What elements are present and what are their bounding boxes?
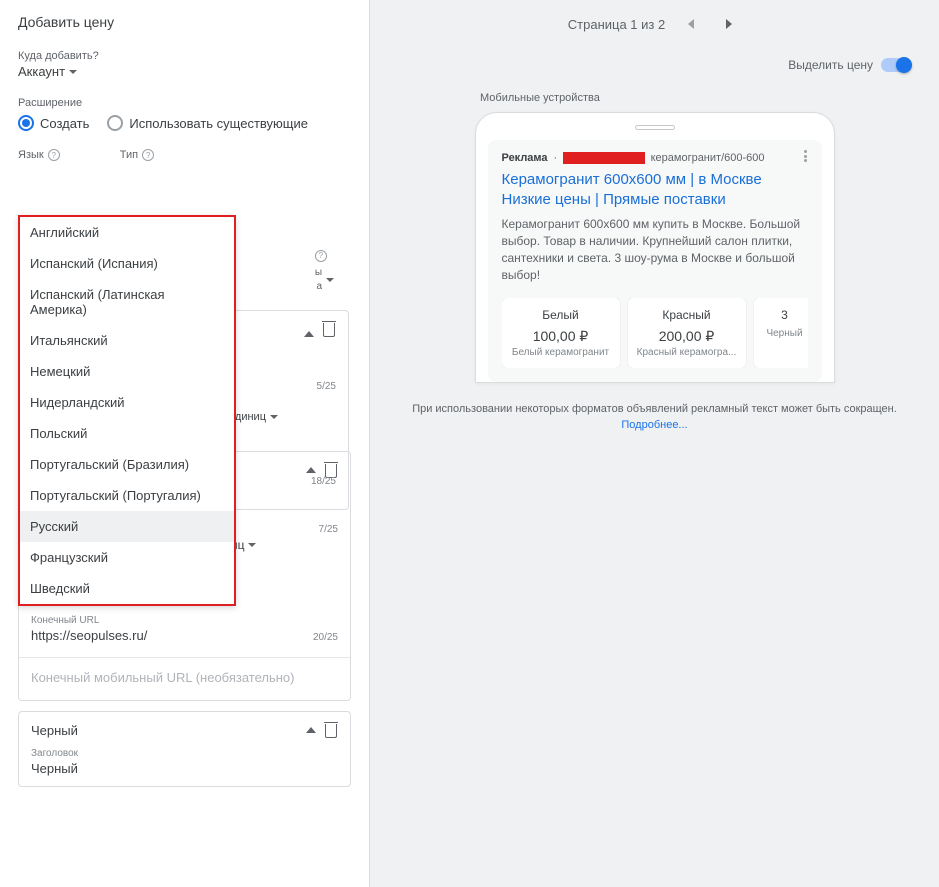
- final-url-label: Конечный URL: [31, 615, 338, 626]
- language-option[interactable]: Русский: [20, 511, 234, 542]
- language-option[interactable]: Французский: [20, 542, 234, 573]
- radio-icon: [18, 115, 34, 131]
- extension-label: Расширение: [18, 97, 351, 109]
- highlight-toggle[interactable]: [881, 58, 911, 72]
- language-option[interactable]: Шведский: [20, 573, 234, 604]
- language-option[interactable]: Итальянский: [20, 325, 234, 356]
- where-label: Куда добавить?: [18, 50, 351, 62]
- radio-icon: [107, 115, 123, 131]
- learn-more-link[interactable]: Подробнее...: [621, 419, 687, 431]
- help-icon[interactable]: ?: [48, 149, 60, 161]
- language-option[interactable]: Испанский (Испания): [20, 248, 234, 279]
- caret-down-icon: [248, 543, 256, 547]
- caret-down-icon: [326, 278, 334, 282]
- currency-select-stub: ? ы а: [315, 250, 334, 294]
- mobile-preview: Реклама · XXXXXXXXXXкерамогранит/600-600…: [475, 112, 835, 383]
- ad-description: Керамогранит 600х600 мм купить в Москве.…: [502, 216, 808, 284]
- chevron-left-icon: [688, 19, 694, 29]
- header-label: Заголовок: [31, 748, 338, 759]
- final-url-input[interactable]: https://seopulses.ru/: [31, 628, 338, 643]
- trash-icon[interactable]: [322, 321, 336, 337]
- chevron-up-icon[interactable]: [306, 727, 316, 733]
- chevron-right-icon: [726, 19, 732, 29]
- left-panel: Добавить цену Куда добавить? Аккаунт Рас…: [0, 0, 370, 887]
- language-dropdown[interactable]: АнглийскийИспанский (Испания)Испанский (…: [18, 215, 236, 606]
- radio-use-existing-label: Использовать существующие: [129, 116, 308, 131]
- disclaimer: При использовании некоторых форматов объ…: [380, 401, 929, 433]
- caret-down-icon: [270, 415, 278, 419]
- preview-device-label: Мобильные устройства: [480, 92, 939, 104]
- language-option[interactable]: Португальский (Бразилия): [20, 449, 234, 480]
- language-option[interactable]: Немецкий: [20, 356, 234, 387]
- radio-use-existing[interactable]: Использовать существующие: [107, 115, 308, 131]
- account-select[interactable]: Аккаунт: [18, 64, 77, 79]
- help-icon[interactable]: ?: [315, 250, 327, 262]
- right-panel: Страница 1 из 2 Выделить цену Мобильные …: [370, 0, 939, 887]
- price-extension-row: Белый 100,00 ₽ Белый керамогранит Красны…: [502, 298, 808, 368]
- page-indicator: Страница 1 из 2: [568, 17, 665, 32]
- radio-create[interactable]: Создать: [18, 115, 89, 131]
- ad-url-suffix: керамогранит/600-600: [651, 152, 765, 164]
- phone-speaker-icon: [635, 125, 675, 130]
- counter: 18/25: [311, 476, 336, 487]
- ad-menu-icon[interactable]: [800, 150, 812, 162]
- ad-title: Керамогранит 600х600 мм | в Москве Низки…: [502, 170, 808, 210]
- next-page-button[interactable]: [717, 12, 741, 36]
- caret-down-icon: [69, 70, 77, 74]
- ad-tag: Реклама: [502, 152, 548, 164]
- language-option[interactable]: Испанский (Латинская Америка): [20, 279, 234, 325]
- header-input[interactable]: Черный: [31, 761, 338, 776]
- ad-preview-card: Реклама · XXXXXXXXXXкерамогранит/600-600…: [488, 140, 822, 382]
- radio-create-label: Создать: [40, 116, 89, 131]
- highlight-label: Выделить цену: [788, 58, 873, 72]
- account-value: Аккаунт: [18, 64, 65, 79]
- counter: 7/25: [319, 524, 338, 535]
- language-option[interactable]: Нидерландский: [20, 387, 234, 418]
- language-option[interactable]: Португальский (Португалия): [20, 480, 234, 511]
- mobile-url-input[interactable]: [31, 666, 338, 690]
- language-field-label: Язык ?: [18, 149, 60, 161]
- panel-title: Добавить цену: [0, 0, 369, 40]
- price-preview-card[interactable]: 3 Черный: [754, 298, 808, 368]
- trash-icon[interactable]: [324, 722, 338, 738]
- counter: 20/25: [313, 632, 338, 643]
- type-field-label: Тип ?: [120, 149, 154, 161]
- language-option[interactable]: Польский: [20, 418, 234, 449]
- help-icon[interactable]: ?: [142, 149, 154, 161]
- chevron-up-icon[interactable]: [304, 321, 314, 337]
- language-option[interactable]: Английский: [20, 217, 234, 248]
- price-preview-card[interactable]: Красный 200,00 ₽ Красный керамогра...: [628, 298, 746, 368]
- price-item-card: Черный Заголовок Черный: [18, 711, 351, 787]
- card-title: Черный: [31, 723, 78, 738]
- price-preview-card[interactable]: Белый 100,00 ₽ Белый керамогранит: [502, 298, 620, 368]
- counter: 5/25: [317, 381, 336, 392]
- prev-page-button[interactable]: [679, 12, 703, 36]
- redacted-url: XXXXXXXXXX: [563, 152, 644, 164]
